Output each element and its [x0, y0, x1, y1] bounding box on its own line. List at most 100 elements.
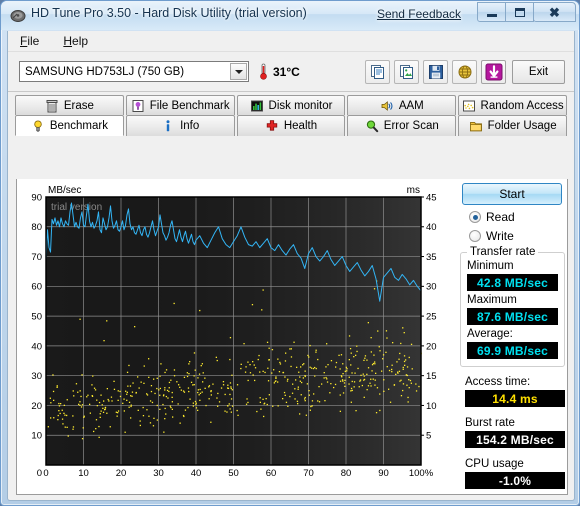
svg-text:15: 15 — [426, 371, 437, 382]
svg-text:MB/sec: MB/sec — [48, 185, 81, 196]
cpu-usage-label: CPU usage — [465, 458, 524, 470]
svg-text:60: 60 — [266, 468, 277, 479]
toolbar: SAMSUNG HD753LJ (750 GB) 31°C Exit — [8, 52, 574, 92]
menu-item-help[interactable]: Help — [59, 33, 92, 49]
svg-text:0: 0 — [37, 468, 42, 479]
radio-write-label: Write — [486, 229, 514, 243]
exit-button[interactable]: Exit — [512, 60, 565, 84]
svg-text:10: 10 — [78, 468, 89, 479]
send-feedback-link[interactable]: Send Feedback — [377, 7, 461, 21]
magnifier-icon — [366, 120, 378, 133]
tab-row-bottom: Benchmark Info Health Error Scan Folder … — [15, 115, 567, 136]
tab-folder-usage[interactable]: Folder Usage — [458, 115, 567, 136]
svg-text:20: 20 — [426, 341, 437, 352]
svg-text:70: 70 — [303, 468, 314, 479]
tab-disk-monitor[interactable]: Disk monitor — [236, 95, 346, 115]
minimize-button[interactable] — [477, 2, 506, 22]
tab-random-access-label: Random Access — [480, 99, 564, 112]
copy-button[interactable] — [365, 60, 390, 84]
title-bar: HD Tune Pro 3.50 - Hard Disk Utility (tr… — [1, 1, 579, 30]
tab-info-label: Info — [180, 120, 200, 132]
speaker-icon — [381, 100, 393, 111]
download-button[interactable] — [481, 60, 506, 84]
maximize-icon — [514, 7, 525, 17]
menu-file-rest: ile — [27, 34, 40, 48]
svg-text:40: 40 — [426, 222, 437, 233]
tab-folder-usage-label: Folder Usage — [487, 120, 557, 132]
tab-error-scan-label: Error Scan — [383, 120, 439, 132]
svg-text:30: 30 — [426, 282, 437, 293]
copy-image-button[interactable] — [394, 60, 419, 84]
thermometer-icon — [260, 63, 267, 80]
access-time-label: Access time: — [465, 376, 531, 388]
globe-button[interactable] — [452, 60, 477, 84]
menu-item-file[interactable]: File — [16, 33, 43, 49]
info-icon — [166, 120, 170, 132]
benchmark-chart: trial version 10 20 30 40 50 60 70 80 90 5 10 15 20 25… — [19, 181, 449, 491]
benchmark-pane: trial version 10 20 30 40 50 60 70 80 90 5 10 15 20 25… — [16, 179, 568, 495]
start-button[interactable]: Start — [462, 183, 562, 205]
copy-image-icon — [399, 65, 413, 79]
tab-erase[interactable]: Erase — [15, 95, 124, 115]
save-button[interactable] — [423, 60, 448, 84]
cpu-usage-value: -1.0% — [465, 472, 565, 489]
svg-text:45: 45 — [426, 192, 437, 203]
lightbulb-icon — [34, 119, 42, 132]
svg-text:90: 90 — [378, 468, 389, 479]
svg-text:10: 10 — [426, 401, 437, 412]
svg-text:20: 20 — [116, 468, 127, 479]
svg-text:80: 80 — [341, 468, 352, 479]
tab-error-scan[interactable]: Error Scan — [347, 115, 457, 136]
radio-write-indicator — [469, 230, 481, 242]
menu-bar: File Help — [8, 31, 574, 52]
hdtune-disk-icon — [10, 10, 26, 22]
svg-text:30: 30 — [31, 371, 42, 382]
bar-chart-icon — [250, 100, 263, 111]
tab-aam-label: AAM — [398, 99, 424, 112]
svg-text:90: 90 — [31, 192, 42, 203]
minimum-value: 42.8 MB/sec — [467, 274, 558, 291]
client-area: File Help SAMSUNG HD753LJ (750 GB) 31°C — [7, 31, 575, 501]
radio-read[interactable]: Read — [469, 210, 565, 224]
tab-info[interactable]: Info — [125, 115, 235, 136]
svg-text:100%: 100% — [409, 468, 434, 479]
menu-help-rest: elp — [72, 34, 89, 48]
tab-disk-monitor-label: Disk monitor — [268, 99, 333, 112]
radio-write[interactable]: Write — [469, 229, 565, 243]
close-button[interactable]: ✖ — [533, 2, 576, 22]
globe-icon — [458, 65, 471, 79]
svg-text:20: 20 — [31, 401, 42, 412]
tab-file-benchmark[interactable]: File Benchmark — [125, 95, 235, 115]
drive-select-value: SAMSUNG HD753LJ (750 GB) — [25, 65, 185, 78]
svg-text:30: 30 — [153, 468, 164, 479]
save-icon — [428, 65, 443, 79]
benchmark-controls: Start Read Write Transfer rate Minimum 4… — [455, 183, 565, 489]
minimum-label: Minimum — [467, 260, 514, 272]
transfer-rate-group: Transfer rate Minimum 42.8 MB/sec Maximu… — [460, 246, 565, 367]
tab-random-access[interactable]: Random Access — [458, 95, 567, 115]
svg-text:ms: ms — [407, 185, 420, 196]
tab-benchmark[interactable]: Benchmark — [15, 115, 124, 136]
chevron-down-icon[interactable] — [230, 63, 247, 80]
maximum-label: Maximum — [467, 294, 517, 306]
svg-text:40: 40 — [31, 341, 42, 352]
random-access-icon — [462, 100, 475, 111]
svg-text:70: 70 — [31, 252, 42, 263]
maximize-button[interactable] — [505, 2, 534, 22]
svg-text:50: 50 — [228, 468, 239, 479]
drive-select[interactable]: SAMSUNG HD753LJ (750 GB) — [19, 61, 249, 82]
radio-read-indicator — [469, 211, 481, 223]
svg-text:50: 50 — [31, 312, 42, 323]
average-value: 69.9 MB/sec — [467, 342, 558, 359]
tab-health[interactable]: Health — [236, 115, 346, 136]
window-controls: ✖ — [477, 2, 576, 22]
window-title: HD Tune Pro 3.50 - Hard Disk Utility (tr… — [31, 6, 307, 20]
svg-text:60: 60 — [31, 282, 42, 293]
tab-row-top: Erase File Benchmark Disk monitor AAM Ra… — [15, 95, 567, 115]
tab-health-label: Health — [283, 120, 318, 132]
tab-aam[interactable]: AAM — [347, 95, 457, 115]
burst-rate-value: 154.2 MB/sec — [465, 431, 565, 448]
transfer-rate-group-label: Transfer rate — [467, 246, 539, 258]
temperature-value: 31°C — [273, 65, 300, 79]
cpu-usage-field: CPU usage -1.0% — [465, 458, 565, 489]
